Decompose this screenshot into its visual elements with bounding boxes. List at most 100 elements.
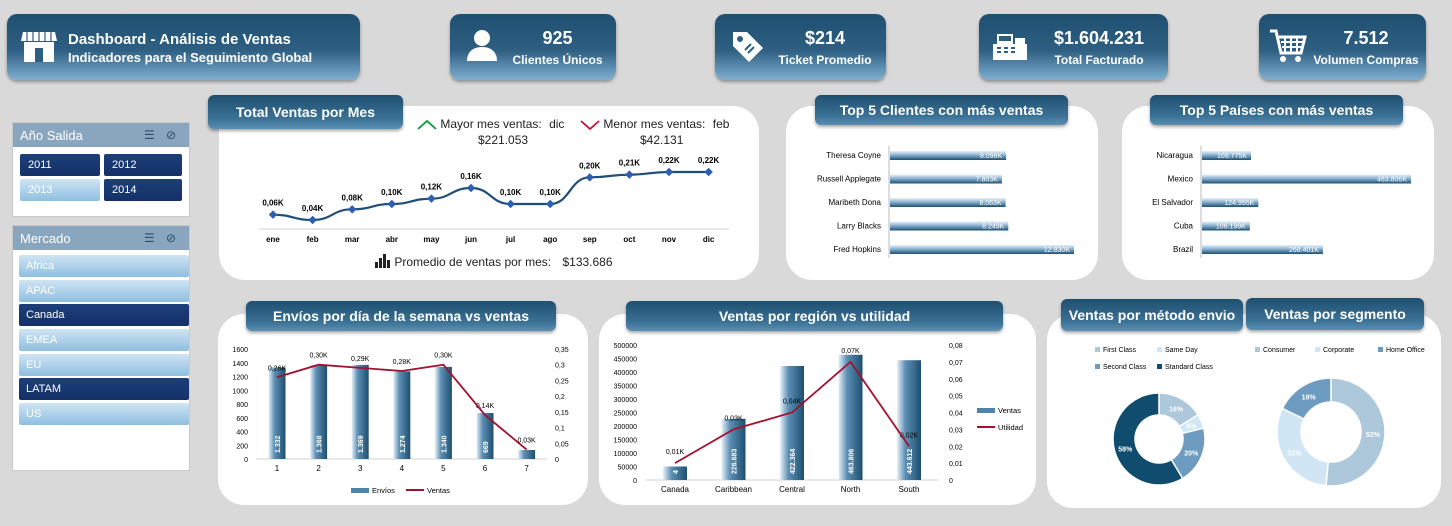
top-clients-bar-chart: Theresa Coyne 8.098K Russell Applegate 7.80… xyxy=(817,146,1074,258)
slicer-title: Año Salida ☰ ⊘ xyxy=(13,123,189,147)
y-tick-label: 800 xyxy=(236,402,248,409)
slicer-item-latam[interactable]: LATAM xyxy=(19,378,189,400)
cash-register-icon xyxy=(991,30,1029,67)
line-label: 0,26K xyxy=(268,365,287,372)
legend-label: Home Office xyxy=(1386,347,1425,354)
legend-swatch xyxy=(1378,347,1383,352)
slicer-item-emea[interactable]: EMEA xyxy=(19,329,189,351)
donuts-card: 16% 5% 20% 58% 52% 31% 18% First Class Same Day S… xyxy=(1047,314,1441,508)
x-tick-label: 6 xyxy=(483,464,488,473)
weekday-card: 0 200 400 600 800 1000 1200 1400 1600 0 0,05 0,1 0,1… xyxy=(218,314,588,505)
x-tick-label: jun xyxy=(464,235,477,244)
y-tick-label: 1600 xyxy=(232,347,248,354)
x-tick-label: 1 xyxy=(275,464,280,473)
data-label: 0,10K xyxy=(540,188,562,197)
data-label: 0,20K xyxy=(579,161,601,170)
x-tick-label: oct xyxy=(623,235,635,244)
bar-label: 422.364 xyxy=(790,449,797,474)
kpi-value: $1.604.231 xyxy=(1053,28,1145,48)
data-label: 12.830K xyxy=(1044,247,1070,254)
y-tick-label: 250000 xyxy=(614,411,637,418)
y2-tick-label: 0,25 xyxy=(555,378,569,385)
data-label: 268.401K xyxy=(1289,247,1319,254)
data-label: 0,04K xyxy=(302,204,324,213)
top-countries-title: Top 5 Países con más ventas xyxy=(1150,95,1403,125)
legend-label: Ventas xyxy=(998,406,1021,415)
y2-tick-label: 0 xyxy=(949,478,953,485)
x-tick-label: North xyxy=(841,485,861,494)
x-tick-label: 4 xyxy=(400,464,405,473)
slicer-item-eu[interactable]: EU xyxy=(19,354,189,376)
x-tick-label: dic xyxy=(703,235,715,244)
page-title: Dashboard - Análisis de Ventas xyxy=(68,31,291,48)
data-point xyxy=(427,194,436,203)
x-tick-label: Caribbean xyxy=(715,485,752,494)
slicer-item-2012[interactable]: 2012 xyxy=(104,154,182,176)
legend-swatch xyxy=(1095,347,1100,352)
slice-label: 52% xyxy=(1366,432,1381,439)
bar xyxy=(518,449,536,459)
data-label: 0,06K xyxy=(262,199,284,208)
x-tick-label: abr xyxy=(386,235,398,244)
top-countries-card: Nicaragua 108.775K Mexico 463.806K El Salvad… xyxy=(1122,106,1434,280)
top-clients-card: Theresa Coyne 8.098K Russell Applegate 7.80… xyxy=(786,106,1098,280)
kpi-facturado: $1.604.231 Total Facturado xyxy=(979,14,1168,80)
kpi-ticket: $214 Ticket Promedio xyxy=(715,14,886,80)
donut-slice xyxy=(1276,407,1330,487)
y-tick-label: 300000 xyxy=(614,397,637,404)
person-icon xyxy=(465,28,499,67)
multi-select-icon[interactable]: ☰ xyxy=(144,231,155,245)
data-label: 124.995K xyxy=(1224,200,1254,207)
legend-label: Utilidad xyxy=(998,423,1023,432)
x-tick-label: 3 xyxy=(358,464,363,473)
line-label: 0,30K xyxy=(309,353,328,360)
slicer-item-2013[interactable]: 2013 xyxy=(20,179,100,201)
shopping-cart-icon xyxy=(1269,27,1307,70)
multi-select-icon[interactable]: ☰ xyxy=(144,128,155,142)
y2-tick-label: 0,01 xyxy=(949,461,963,468)
slicer-item-2014[interactable]: 2014 xyxy=(104,179,182,201)
bar-label: 669 xyxy=(483,441,490,453)
x-tick-label: ago xyxy=(543,235,557,244)
line-label: 0,04K xyxy=(783,399,802,406)
price-tag-icon xyxy=(729,28,765,69)
kpi-value: $214 xyxy=(804,28,846,48)
data-label: 8.098K xyxy=(980,153,1003,160)
data-label: 0,22K xyxy=(658,156,680,165)
y-tick-label: 500000 xyxy=(614,343,637,350)
category-label: Nicaragua xyxy=(1157,151,1194,160)
slicer-item-canada[interactable]: Canada xyxy=(19,304,189,326)
x-tick-label: Canada xyxy=(661,485,690,494)
y-tick-label: 1000 xyxy=(232,388,248,395)
slicer-item-africa[interactable]: Africa xyxy=(19,255,189,277)
region-combo-chart: 0 50000 100000 150000 200000 250000 300000 3500… xyxy=(614,343,1023,494)
region-title: Ventas por región vs utilidad xyxy=(626,301,1003,331)
bar-label: 1.332 xyxy=(275,435,282,453)
line-label: 0,28K xyxy=(393,359,412,366)
x-tick-label: feb xyxy=(307,235,319,244)
legend-label: First Class xyxy=(1103,347,1137,354)
y-tick-label: 150000 xyxy=(614,438,637,445)
data-label: 108.775K xyxy=(1217,153,1247,160)
weekday-combo-chart: 0 200 400 600 800 1000 1200 1400 1600 0 0,05 0,1 0,1… xyxy=(232,347,569,495)
category-label: Larry Blacks xyxy=(837,222,881,231)
region-card: 0 50000 100000 150000 200000 250000 300000 3500… xyxy=(599,314,1036,505)
data-label: 0,22K xyxy=(698,156,720,165)
data-point xyxy=(704,167,713,177)
slicer-item-2011[interactable]: 2011 xyxy=(20,154,100,176)
clear-filter-icon[interactable]: ⊘ xyxy=(166,231,176,245)
data-point xyxy=(506,199,515,209)
slicer-title: Mercado ☰ ⊘ xyxy=(13,226,189,250)
y2-tick-label: 0,05 xyxy=(949,394,963,401)
shipping-title: Ventas por método envio xyxy=(1061,299,1243,331)
store-icon xyxy=(21,30,57,69)
x-tick-label: nov xyxy=(662,235,677,244)
data-point xyxy=(466,183,476,193)
slicer-item-us[interactable]: US xyxy=(19,403,189,425)
category-label: Mexico xyxy=(1168,175,1194,184)
y-tick-label: 1200 xyxy=(232,375,248,382)
bar-label: 4 xyxy=(673,470,680,474)
y2-tick-label: 0,15 xyxy=(555,410,569,417)
clear-filter-icon[interactable]: ⊘ xyxy=(166,128,176,142)
slicer-item-apac[interactable]: APAC xyxy=(19,280,189,302)
